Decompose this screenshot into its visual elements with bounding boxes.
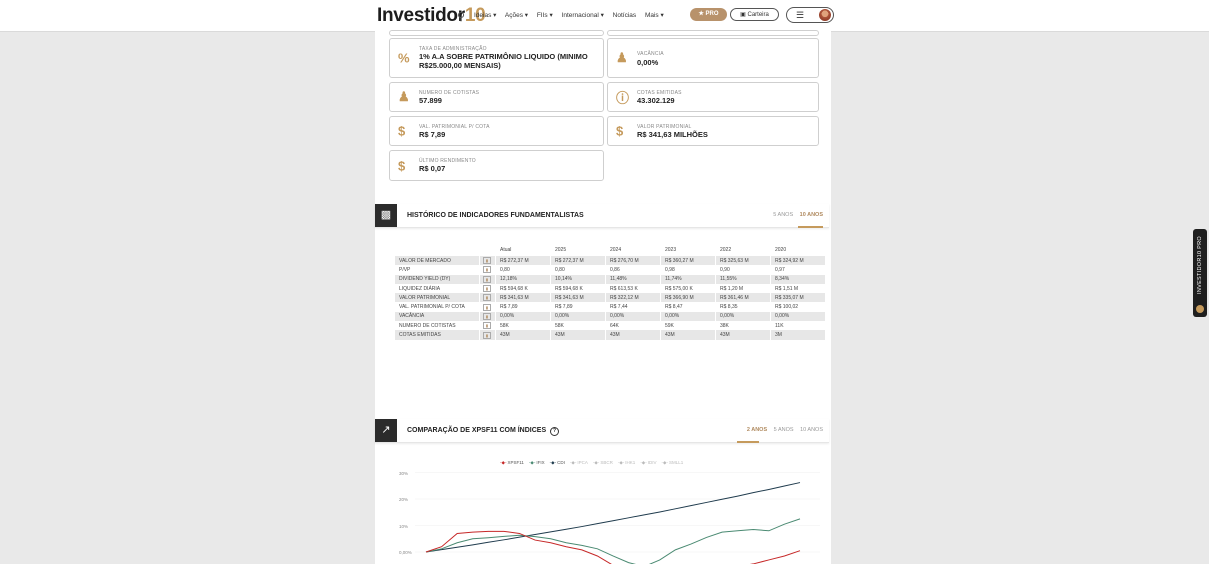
- search-icon[interactable]: ⚲: [457, 10, 465, 23]
- nav-noticias[interactable]: Notícias: [613, 12, 636, 19]
- main-nav: Ideias ▾ Ações ▾ FIIs ▾ Internacional ▾ …: [474, 11, 671, 19]
- nav-ideias[interactable]: Ideias ▾: [474, 12, 496, 19]
- avatar: [819, 9, 831, 21]
- main-content: % TAXA DE ADMINISTRAÇÃO 1% A.A SOBRE PAT…: [375, 30, 831, 564]
- nav-mais[interactable]: Mais ▾: [645, 12, 664, 19]
- user-menu-button[interactable]: ☰: [786, 7, 834, 23]
- side-badge-label: INVESTIDOR10 PRO: [1197, 236, 1203, 294]
- nav-fiis[interactable]: FIIs ▾: [537, 12, 553, 19]
- side-pro-badge[interactable]: INVESTIDOR10 PRO: [1193, 229, 1207, 317]
- top-navbar: Investidor10 ⚲ Ideias ▾ Ações ▾ FIIs ▾ I…: [0, 0, 1209, 32]
- coin-icon: [1196, 305, 1204, 313]
- nav-acoes[interactable]: Ações ▾: [505, 12, 528, 19]
- comparison-chart[interactable]: [375, 31, 831, 564]
- series-line-xpsf11: [425, 530, 801, 564]
- logo-text: Investidor: [377, 5, 465, 26]
- nav-internacional[interactable]: Internacional ▾: [562, 12, 604, 19]
- series-line-cdi: [425, 482, 801, 553]
- carteira-button[interactable]: ▣ Carteira: [730, 8, 779, 21]
- pro-button[interactable]: ★ PRO: [690, 8, 727, 21]
- hamburger-icon: ☰: [796, 10, 805, 20]
- logo[interactable]: Investidor10: [377, 5, 486, 27]
